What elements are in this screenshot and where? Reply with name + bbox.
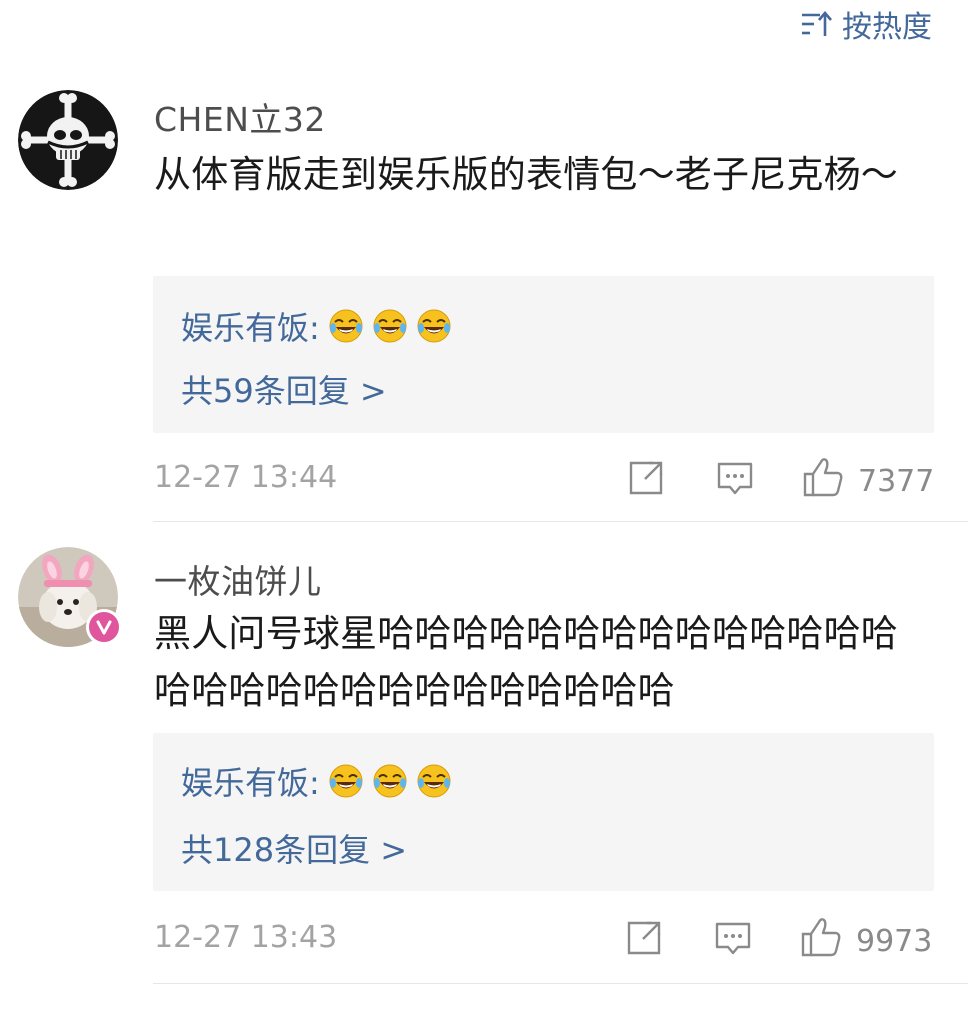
thumbs-up-icon bbox=[802, 456, 844, 506]
reply-preview[interactable]: 娱乐有饭: 共59条回复 > bbox=[153, 276, 934, 433]
repost-button[interactable] bbox=[625, 919, 663, 965]
comment-divider bbox=[153, 983, 968, 984]
laughing-tears-emoji bbox=[328, 308, 364, 344]
sort-icon bbox=[800, 10, 832, 38]
avatar[interactable] bbox=[18, 90, 118, 190]
like-button[interactable]: 7377 bbox=[802, 456, 934, 506]
username[interactable]: CHEN立32 bbox=[154, 93, 326, 141]
comment-timestamp: 12-27 13:43 bbox=[154, 920, 338, 955]
comment-text: 从体育版走到娱乐版的表情包～老子尼克杨～ bbox=[154, 153, 898, 196]
comment-divider bbox=[153, 521, 968, 522]
reply-preview[interactable]: 娱乐有饭: 共128条回复 > bbox=[153, 733, 934, 891]
repost-icon bbox=[625, 919, 663, 965]
like-count: 7377 bbox=[858, 463, 935, 499]
laughing-tears-emoji bbox=[372, 763, 408, 799]
thumbs-up-icon bbox=[800, 916, 842, 966]
laughing-tears-emoji bbox=[416, 763, 452, 799]
comment-reply-button[interactable] bbox=[714, 921, 752, 965]
sort-label: 按热度 bbox=[842, 10, 932, 45]
comment-icon bbox=[714, 921, 752, 965]
reply-count-link[interactable]: 共128条回复 > bbox=[181, 825, 407, 871]
reply-count-link[interactable]: 共59条回复 > bbox=[181, 366, 387, 412]
laughing-tears-emoji bbox=[372, 308, 408, 344]
like-count: 9973 bbox=[856, 923, 933, 959]
username[interactable]: 一枚油饼儿 bbox=[154, 555, 322, 603]
comment-reply-button[interactable] bbox=[716, 461, 754, 505]
repost-button[interactable] bbox=[627, 459, 665, 505]
laughing-tears-emoji bbox=[416, 308, 452, 344]
sort-by-hotness-button[interactable]: 按热度 bbox=[800, 2, 932, 46]
reply-author: 娱乐有饭: bbox=[181, 309, 320, 347]
repost-icon bbox=[627, 459, 665, 505]
avatar[interactable] bbox=[18, 547, 122, 647]
reply-author: 娱乐有饭: bbox=[181, 764, 320, 802]
like-button[interactable]: 9973 bbox=[800, 916, 932, 966]
reply-snippet: 娱乐有饭: bbox=[181, 303, 452, 349]
verified-badge bbox=[86, 609, 122, 645]
comment-timestamp: 12-27 13:44 bbox=[154, 460, 338, 495]
reply-snippet: 娱乐有饭: bbox=[181, 758, 452, 804]
comment-text: 黑人问号球星哈哈哈哈哈哈哈哈哈哈哈哈哈哈哈哈哈哈哈哈哈哈哈哈哈哈哈哈 bbox=[154, 612, 898, 712]
comment-icon bbox=[716, 461, 754, 505]
laughing-tears-emoji bbox=[328, 763, 364, 799]
